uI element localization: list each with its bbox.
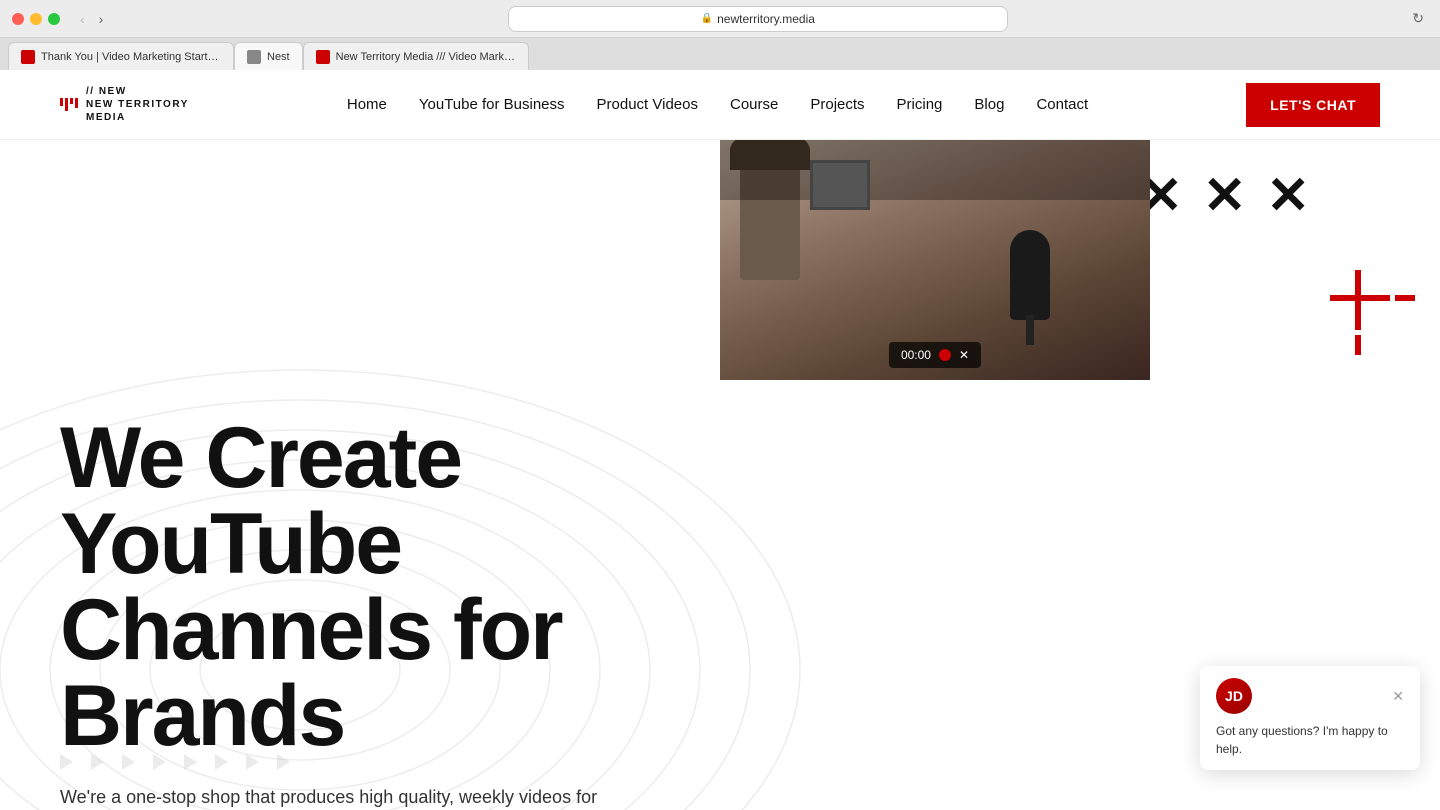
bottom-arrow-6 <box>215 754 228 770</box>
chat-widget[interactable]: JD ✕ Got any questions? I'm happy to hel… <box>1200 666 1420 770</box>
forward-button[interactable]: › <box>95 9 108 29</box>
minimize-window-button[interactable] <box>30 13 42 25</box>
url-bar[interactable]: 🔒 newterritory.media <box>508 6 1008 32</box>
logo-line2: NEW TERRITORY <box>86 98 189 111</box>
avatar-initials: JD <box>1225 688 1243 704</box>
tab-favicon-3 <box>316 50 330 64</box>
hero-headline: We Create YouTube Channels for Brands <box>60 415 760 759</box>
hero-headline-line1: We Create YouTube <box>60 410 461 592</box>
red-cross-svg <box>1320 260 1420 390</box>
logo-line3: MEDIA <box>86 111 189 124</box>
nav-blog[interactable]: Blog <box>974 96 1004 113</box>
tab-1[interactable]: Thank You | Video Marketing Starter Pack <box>8 42 234 70</box>
bottom-arrow-7 <box>246 754 259 770</box>
video-overlay-bar: 00:00 ✕ <box>889 342 981 368</box>
video-shadow-top <box>720 140 1150 200</box>
nav-contact[interactable]: Contact <box>1036 96 1088 113</box>
bottom-arrow-5 <box>184 754 197 770</box>
microphone <box>1010 230 1050 320</box>
tab-favicon-1 <box>21 50 35 64</box>
nav-course[interactable]: Course <box>730 96 778 113</box>
chat-message-text: Got any questions? I'm happy to help. <box>1216 722 1404 758</box>
browser-chrome: ‹ › 🔒 newterritory.media ↻ <box>0 0 1440 38</box>
tab-2[interactable]: Nest <box>234 42 303 70</box>
nav-product-videos[interactable]: Product Videos <box>597 96 698 113</box>
bottom-arrow-2 <box>91 754 104 770</box>
chat-close-button[interactable]: ✕ <box>1392 688 1404 705</box>
navigation: // NEW NEW TERRITORY MEDIA Home YouTube … <box>0 70 1440 140</box>
maximize-window-button[interactable] <box>48 13 60 25</box>
chat-header: JD ✕ <box>1216 678 1404 714</box>
bottom-arrow-3 <box>122 754 135 770</box>
logo-text: // NEW NEW TERRITORY MEDIA <box>86 85 189 124</box>
tab-label-3: New Territory Media /// Video Marketing … <box>336 51 516 63</box>
browser-toolbar: ‹ › 🔒 newterritory.media ↻ <box>76 6 1428 32</box>
tab-bar: Thank You | Video Marketing Starter Pack… <box>0 38 1440 70</box>
mic-stand <box>1026 315 1034 345</box>
lets-chat-button[interactable]: LET'S CHAT <box>1246 83 1380 127</box>
close-window-button[interactable] <box>12 13 24 25</box>
traffic-lights <box>12 13 60 25</box>
red-plus-decoration <box>1320 260 1420 395</box>
video-thumbnail[interactable]: 00:00 ✕ <box>720 140 1150 380</box>
lock-icon: 🔒 <box>701 13 713 24</box>
url-text: newterritory.media <box>717 12 815 26</box>
nav-projects[interactable]: Projects <box>810 96 864 113</box>
bottom-arrow-1 <box>60 754 73 770</box>
nav-home[interactable]: Home <box>347 96 387 113</box>
nav-pricing[interactable]: Pricing <box>897 96 943 113</box>
tab-3[interactable]: New Territory Media /// Video Marketing … <box>303 42 529 70</box>
nav-youtube-for-business[interactable]: YouTube for Business <box>419 96 565 113</box>
video-close-button[interactable]: ✕ <box>959 348 969 362</box>
bottom-arrows-decoration <box>60 754 290 770</box>
x-mark-3: ✕ <box>1266 170 1310 222</box>
bottom-arrow-4 <box>153 754 166 770</box>
x-marks-decoration: ✕ ✕ ✕ <box>1139 170 1310 222</box>
back-button[interactable]: ‹ <box>76 9 89 29</box>
logo[interactable]: // NEW NEW TERRITORY MEDIA <box>60 85 189 124</box>
chat-avatar: JD <box>1216 678 1252 714</box>
video-timestamp: 00:00 <box>901 348 931 362</box>
refresh-button[interactable]: ↻ <box>1408 8 1428 29</box>
logo-icon <box>60 98 78 111</box>
nav-links: Home YouTube for Business Product Videos… <box>347 96 1088 113</box>
tab-favicon-2 <box>247 50 261 64</box>
hero-headline-line2: Channels for Brands <box>60 582 562 764</box>
website-content: // NEW NEW TERRITORY MEDIA Home YouTube … <box>0 70 1440 810</box>
tab-label-1: Thank You | Video Marketing Starter Pack <box>41 51 221 63</box>
tab-label-2: Nest <box>267 51 290 63</box>
record-indicator <box>939 349 951 361</box>
x-mark-2: ✕ <box>1203 170 1247 222</box>
hero-subtext: We're a one-stop shop that produces high… <box>60 783 610 810</box>
wall-frame <box>810 160 870 210</box>
logo-line1: // NEW <box>86 85 189 98</box>
hero-text-block: We Create YouTube Channels for Brands We… <box>60 415 760 810</box>
bottom-arrow-8 <box>277 754 290 770</box>
